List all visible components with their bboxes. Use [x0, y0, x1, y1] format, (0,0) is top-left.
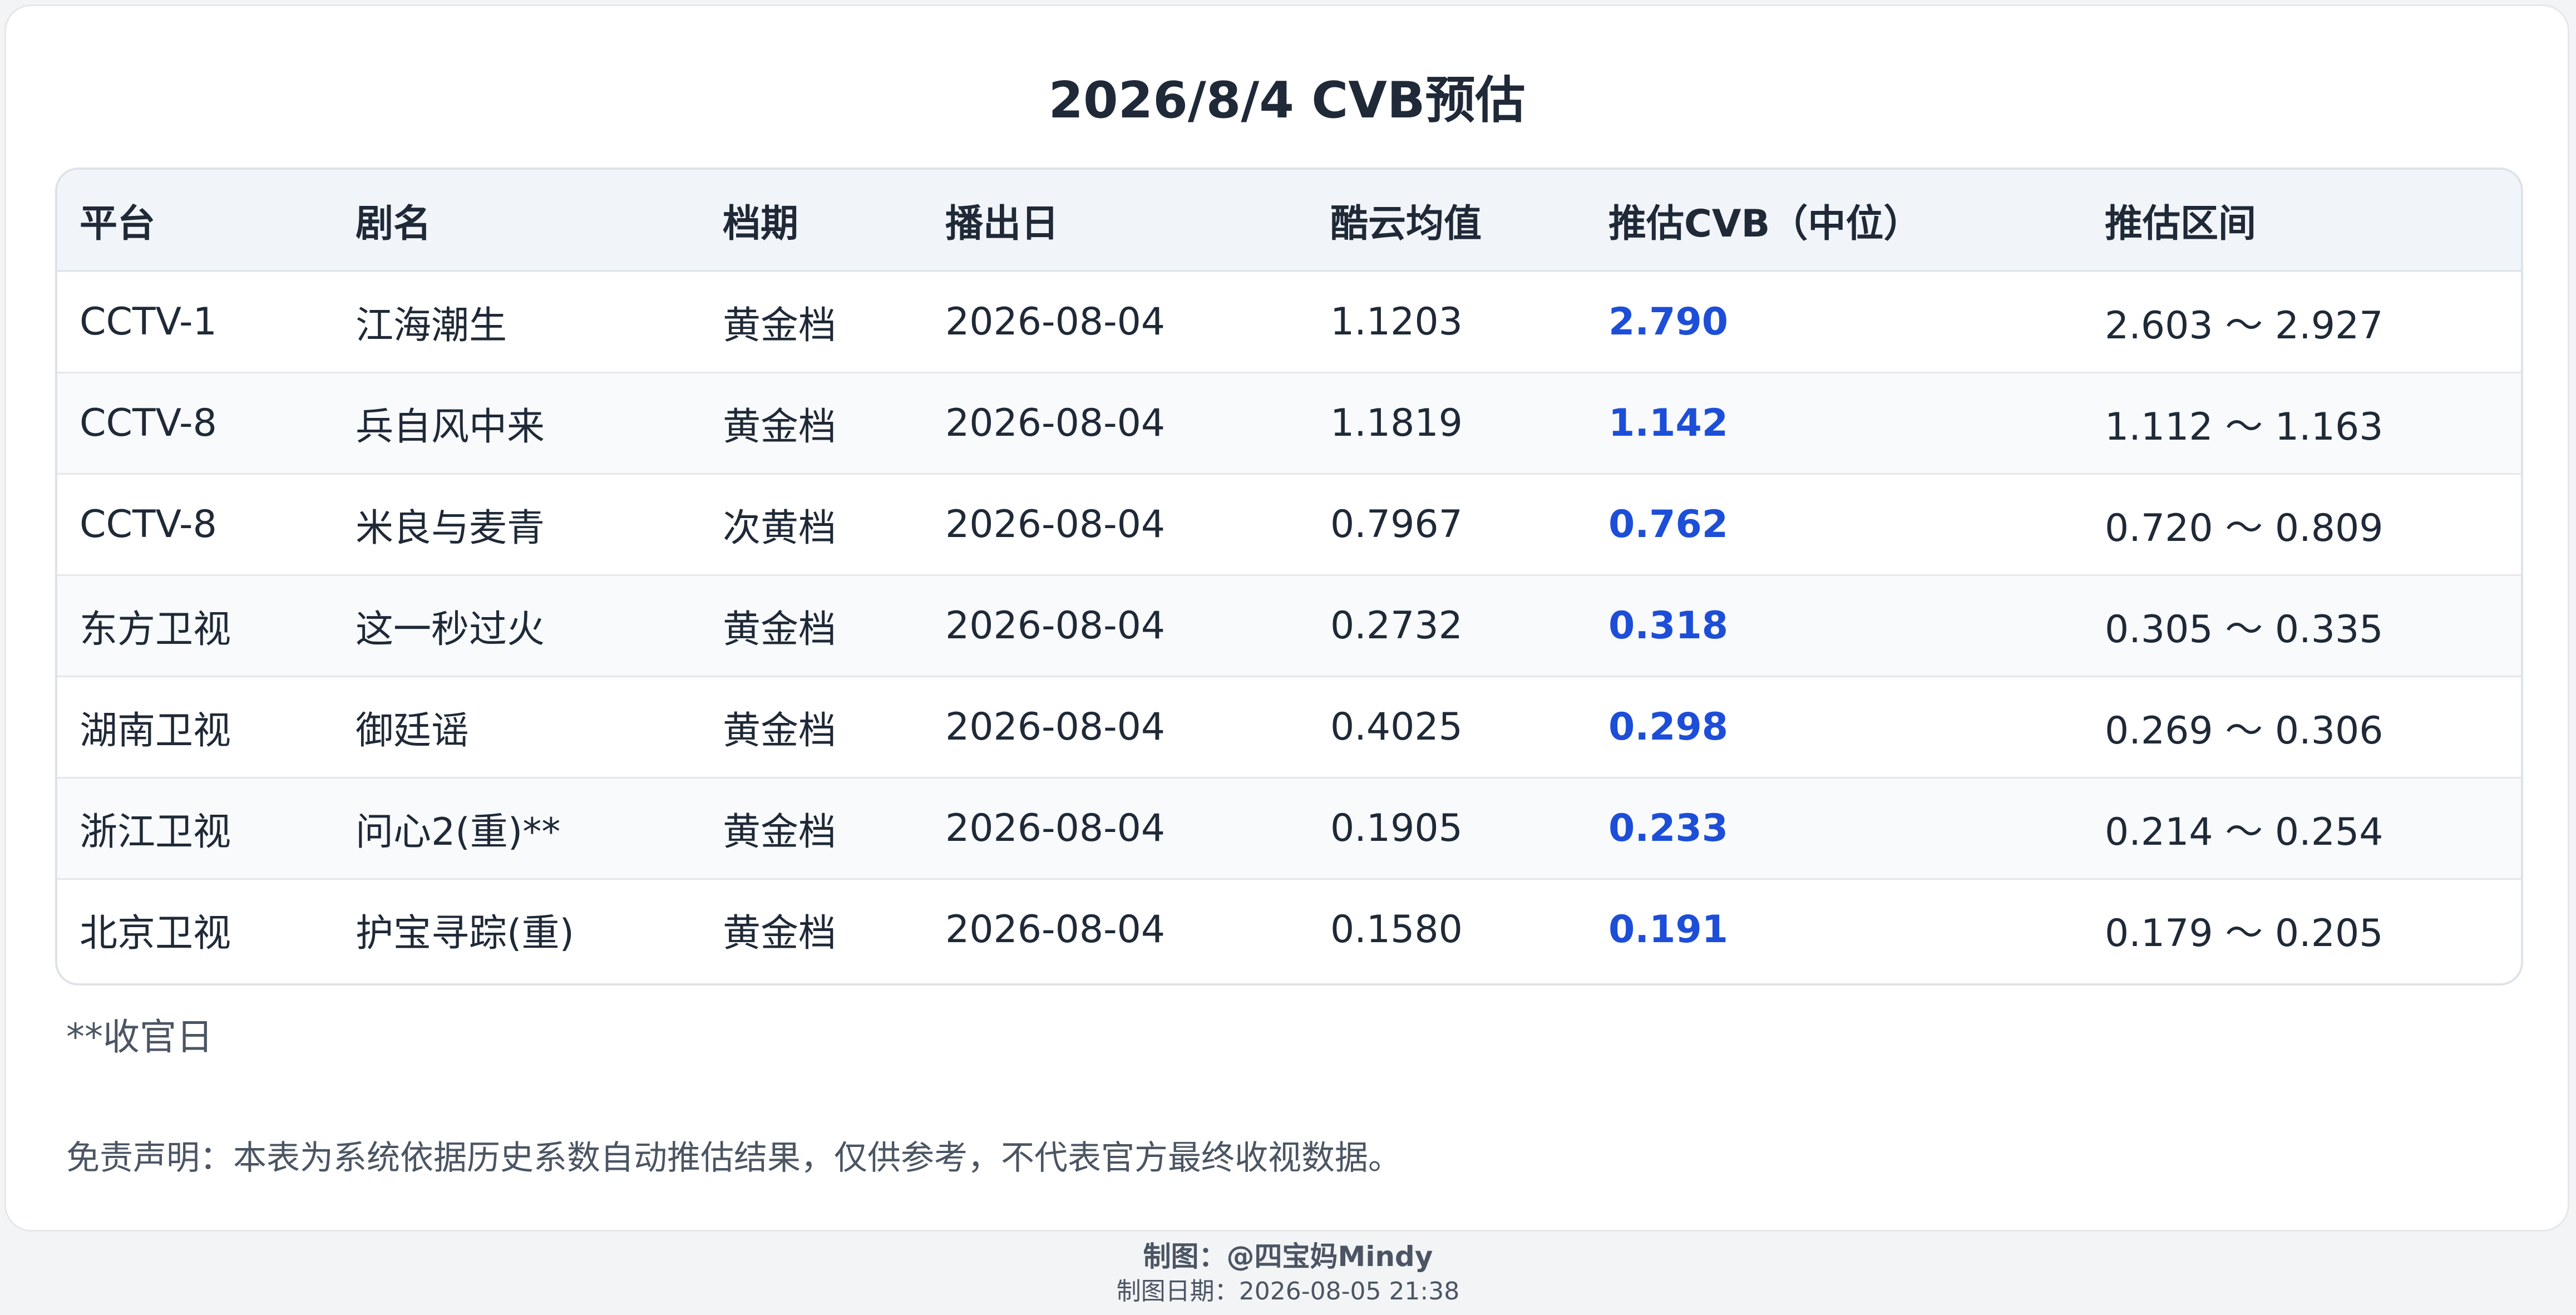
cell-platform: CCTV-8 — [80, 502, 217, 546]
cell-slot: 黄金档 — [723, 303, 837, 348]
cell-air-date: 2026-08-04 — [945, 705, 1166, 749]
table-row: 北京卫视 护宝寻踪(重) 黄金档 2026-08-04 0.1580 0.191… — [57, 879, 2521, 980]
cell-slot: 黄金档 — [723, 810, 837, 854]
disclaimer-text: 免责声明：本表为系统依据历史系数自动推估结果，仅供参考，不代表官方最终收视数据。 — [66, 1139, 1401, 1178]
cell-slot: 次黄档 — [723, 506, 837, 550]
cell-slot: 黄金档 — [723, 607, 837, 652]
cell-air-date: 2026-08-04 — [945, 502, 1166, 546]
finale-note: **收官日 — [66, 1016, 213, 1058]
table-row: 湖南卫视 御廷谣 黄金档 2026-08-04 0.4025 0.298 0.2… — [57, 676, 2521, 777]
cell-air-date: 2026-08-04 — [945, 908, 1166, 952]
cell-kuyun-avg: 0.4025 — [1330, 705, 1463, 749]
cell-cvb-median: 0.233 — [1608, 806, 1729, 850]
cell-drama: 米良与麦青 — [356, 506, 545, 550]
cell-platform: 湖南卫视 — [80, 708, 231, 753]
cvb-table: 平台 剧名 档期 播出日 酷云均值 推估CVB（中位） 推估区间 CCTV-1 … — [57, 170, 2521, 980]
cell-drama: 这一秒过火 — [356, 607, 545, 652]
cell-platform: 东方卫视 — [80, 607, 231, 652]
header-cvb-median: 推估CVB（中位） — [1586, 170, 2082, 272]
header-platform: 平台 — [57, 170, 333, 272]
cell-platform: CCTV-1 — [80, 299, 217, 344]
header-air-date: 播出日 — [923, 170, 1308, 272]
cell-cvb-median: 0.298 — [1608, 705, 1729, 749]
cell-drama: 江海潮生 — [356, 303, 507, 348]
cell-kuyun-avg: 1.1203 — [1330, 299, 1463, 344]
cell-cvb-range: 1.112 ～ 1.163 — [2105, 405, 2383, 449]
cell-air-date: 2026-08-04 — [945, 603, 1166, 648]
cell-platform: CCTV-8 — [80, 401, 217, 445]
cell-cvb-range: 0.720 ～ 0.809 — [2105, 506, 2383, 550]
cell-cvb-range: 0.269 ～ 0.306 — [2105, 708, 2383, 753]
table-row: 浙江卫视 问心2(重)** 黄金档 2026-08-04 0.1905 0.23… — [57, 777, 2521, 879]
cell-cvb-median: 1.142 — [1608, 401, 1729, 445]
cell-kuyun-avg: 0.1905 — [1330, 806, 1463, 850]
header-drama: 剧名 — [333, 170, 700, 272]
cvb-table-container: 平台 剧名 档期 播出日 酷云均值 推估CVB（中位） 推估区间 CCTV-1 … — [55, 168, 2523, 986]
cell-air-date: 2026-08-04 — [945, 806, 1166, 850]
header-slot: 档期 — [700, 170, 923, 272]
cell-cvb-range: 0.305 ～ 0.335 — [2105, 607, 2383, 652]
cell-cvb-range: 0.214 ～ 0.254 — [2105, 810, 2383, 854]
cell-slot: 黄金档 — [723, 912, 837, 956]
cell-kuyun-avg: 0.1580 — [1330, 908, 1463, 952]
footer-date: 制图日期：2026-08-05 21:38 — [1116, 1277, 1460, 1306]
table-row: CCTV-8 兵自风中来 黄金档 2026-08-04 1.1819 1.142… — [57, 372, 2521, 474]
header-kuyun-avg: 酷云均值 — [1308, 170, 1586, 272]
cell-cvb-median: 0.318 — [1608, 603, 1729, 648]
cell-platform: 北京卫视 — [80, 912, 231, 956]
cell-cvb-range: 2.603 ～ 2.927 — [2105, 303, 2383, 348]
cell-slot: 黄金档 — [723, 405, 837, 449]
cell-platform: 浙江卫视 — [80, 810, 231, 854]
cell-air-date: 2026-08-04 — [945, 299, 1166, 344]
table-row: 东方卫视 这一秒过火 黄金档 2026-08-04 0.2732 0.318 0… — [57, 575, 2521, 676]
cell-kuyun-avg: 0.2732 — [1330, 603, 1463, 648]
table-row: CCTV-8 米良与麦青 次黄档 2026-08-04 0.7967 0.762… — [57, 474, 2521, 575]
header-cvb-range: 推估区间 — [2082, 170, 2521, 272]
footer-author: 制图：@四宝妈Mindy — [1143, 1240, 1433, 1273]
report-card: 2026/8/4 CVB预估 平台 剧名 档期 播出日 酷云均值 推估CVB（中… — [4, 4, 2569, 1232]
cell-drama: 问心2(重)** — [356, 810, 561, 854]
cell-kuyun-avg: 0.7967 — [1330, 502, 1463, 546]
cell-air-date: 2026-08-04 — [945, 401, 1166, 445]
cell-drama: 御廷谣 — [356, 708, 470, 753]
cell-cvb-median: 0.762 — [1608, 502, 1729, 546]
cell-slot: 黄金档 — [723, 708, 837, 753]
cell-drama: 护宝寻踪(重) — [356, 912, 575, 956]
cell-cvb-median: 0.191 — [1608, 908, 1729, 952]
cell-cvb-range: 0.179 ～ 0.205 — [2105, 912, 2383, 956]
table-row: CCTV-1 江海潮生 黄金档 2026-08-04 1.1203 2.790 … — [57, 271, 2521, 372]
cell-kuyun-avg: 1.1819 — [1330, 401, 1463, 445]
page-title: 2026/8/4 CVB预估 — [1048, 71, 1526, 130]
table-header-row: 平台 剧名 档期 播出日 酷云均值 推估CVB（中位） 推估区间 — [57, 170, 2521, 272]
cell-cvb-median: 2.790 — [1608, 299, 1729, 344]
cell-drama: 兵自风中来 — [356, 405, 545, 449]
